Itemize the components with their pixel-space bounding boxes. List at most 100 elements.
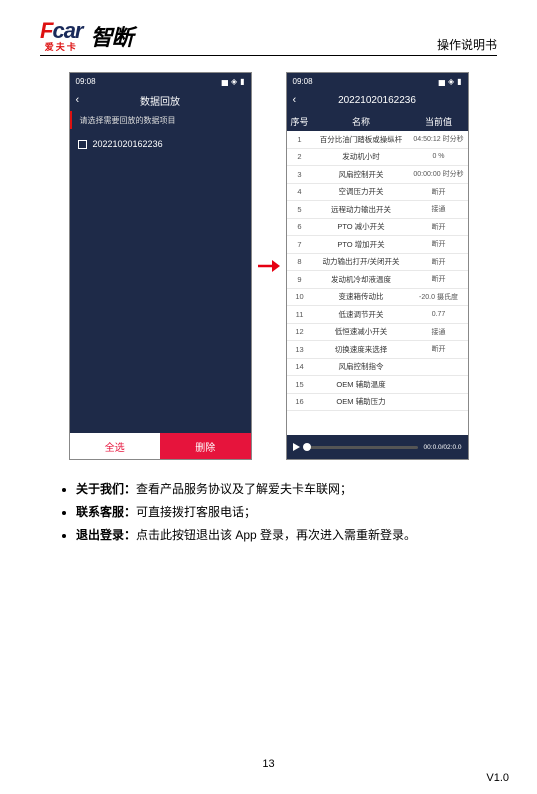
table-row: 6PTO 减小开关断开: [287, 219, 468, 237]
battery-icon: ▮: [240, 77, 244, 86]
doc-title: 操作说明书: [437, 36, 497, 53]
cell-name: 切换速度来选择: [313, 344, 410, 355]
bullet-label: 关于我们：: [76, 482, 136, 496]
bullet-label: 退出登录：: [76, 528, 136, 542]
col-header-index: 序号: [287, 115, 313, 128]
table-row: 5远程动力输出开关接通: [287, 201, 468, 219]
cell-name: PTO 减小开关: [313, 221, 410, 232]
table-row: 15OEM 辅助温度: [287, 376, 468, 394]
table-row: 2发动机小时0 %: [287, 149, 468, 167]
statusbar: 09:08 ▅◈▮: [287, 73, 468, 89]
page: Fcar 爱夫卡 智断 操作说明书 09:08 ▅◈▮ ‹ 数据回放 请选择需要…: [0, 0, 537, 794]
player-bar: 00:0.0/02:0.0: [287, 435, 468, 459]
cell-name: 风扇控制开关: [313, 169, 410, 180]
list-item[interactable]: 20221020162236: [78, 135, 243, 153]
status-time: 09:08: [293, 77, 313, 86]
logos: Fcar 爱夫卡 智断: [40, 18, 133, 53]
titlebar: ‹ 20221020162236: [287, 89, 468, 111]
cell-value: 接通: [410, 204, 468, 214]
list-item-label: 20221020162236: [93, 139, 163, 149]
cell-value: 0.77: [410, 311, 468, 318]
cell-index: 9: [287, 275, 313, 284]
titlebar: ‹ 数据回放: [70, 89, 251, 111]
cell-index: 16: [287, 397, 313, 406]
player-time: 00:0.0/02:0.0: [424, 444, 462, 451]
list-area: 20221020162236: [70, 129, 251, 433]
cell-value: 断开: [410, 222, 468, 232]
cell-index: 3: [287, 170, 313, 179]
cell-index: 8: [287, 257, 313, 266]
screen-title: 20221020162236: [338, 95, 416, 106]
wifi-icon: ◈: [231, 77, 237, 86]
bullet-item: 联系客服：可直接拨打客服电话；: [76, 501, 497, 524]
signal-icon: ▅: [439, 77, 445, 86]
cell-value: 04:50:12 时分秒: [410, 134, 468, 144]
cell-index: 11: [287, 310, 313, 319]
cell-name: 变速箱传动比: [313, 291, 410, 302]
page-header: Fcar 爱夫卡 智断 操作说明书: [40, 18, 497, 56]
cell-name: 低恒速减小开关: [313, 326, 410, 337]
version-label: V1.0: [486, 772, 509, 784]
cell-index: 2: [287, 152, 313, 161]
play-icon[interactable]: [293, 443, 300, 451]
table-row: 14风扇控制指令: [287, 359, 468, 377]
screenshots-row: 09:08 ▅◈▮ ‹ 数据回放 请选择需要回放的数据项目 2022102016…: [40, 72, 497, 460]
page-number: 13: [0, 758, 537, 770]
bullet-text: 查看产品服务协议及了解爱夫卡车联网；: [136, 482, 352, 496]
checkbox[interactable]: [78, 140, 87, 149]
select-all-button[interactable]: 全选: [70, 433, 161, 459]
bullet-item: 关于我们：查看产品服务协议及了解爱夫卡车联网；: [76, 478, 497, 501]
status-icons: ▅◈▮: [219, 77, 245, 86]
table-row: 4空调压力开关断开: [287, 184, 468, 202]
cell-name: 远程动力输出开关: [313, 204, 410, 215]
fcar-logo: Fcar 爱夫卡: [40, 18, 83, 53]
table-row: 16OEM 辅助压力: [287, 394, 468, 412]
cell-value: 00:00:00 时分秒: [410, 169, 468, 179]
cell-index: 10: [287, 292, 313, 301]
status-time: 09:08: [76, 77, 96, 86]
phone-right: 09:08 ▅◈▮ ‹ 20221020162236 序号 名称 当前值 1百分…: [286, 72, 469, 460]
statusbar: 09:08 ▅◈▮: [70, 73, 251, 89]
status-icons: ▅◈▮: [436, 77, 462, 86]
cell-name: 风扇控制指令: [313, 361, 410, 372]
signal-icon: ▅: [222, 77, 228, 86]
cell-value: 断开: [410, 257, 468, 267]
subtitle: 请选择需要回放的数据项目: [70, 111, 251, 129]
cell-name: 百分比油门踏板或操纵杆: [313, 134, 410, 145]
back-icon[interactable]: ‹: [76, 94, 80, 106]
table-row: 3风扇控制开关00:00:00 时分秒: [287, 166, 468, 184]
bullet-text: 点击此按钮退出该 App 登录，再次进入需重新登录。: [136, 528, 416, 542]
table-row: 12低恒速减小开关接通: [287, 324, 468, 342]
zhiduan-logo: 智断: [91, 20, 133, 52]
cell-value: 断开: [410, 239, 468, 249]
progress-track[interactable]: [306, 446, 418, 449]
bottom-bar: 全选 删除: [70, 433, 251, 459]
phone-left: 09:08 ▅◈▮ ‹ 数据回放 请选择需要回放的数据项目 2022102016…: [69, 72, 252, 460]
col-header-name: 名称: [313, 115, 410, 128]
bullet-list: 关于我们：查看产品服务协议及了解爱夫卡车联网； 联系客服：可直接拨打客服电话； …: [40, 478, 497, 546]
cell-index: 1: [287, 135, 313, 144]
cell-value: 断开: [410, 187, 468, 197]
cell-index: 15: [287, 380, 313, 389]
cell-name: OEM 辅助温度: [313, 379, 410, 390]
cell-name: 动力输出打开/关闭开关: [313, 256, 410, 267]
back-icon[interactable]: ‹: [293, 94, 297, 106]
bullet-label: 联系客服：: [76, 505, 136, 519]
cell-index: 14: [287, 362, 313, 371]
bullet-item: 退出登录：点击此按钮退出该 App 登录，再次进入需重新登录。: [76, 524, 497, 547]
battery-icon: ▮: [457, 77, 461, 86]
table-row: 9发动机冷却液温度断开: [287, 271, 468, 289]
cell-name: 发动机小时: [313, 151, 410, 162]
cell-name: OEM 辅助压力: [313, 396, 410, 407]
bullet-text: 可直接拨打客服电话；: [136, 505, 256, 519]
cell-index: 13: [287, 345, 313, 354]
delete-button[interactable]: 删除: [160, 433, 251, 459]
table-row: 10变速箱传动比-20.0 摄氏度: [287, 289, 468, 307]
zhiduan-logo-text: 智断: [91, 25, 133, 50]
cell-value: -20.0 摄氏度: [410, 292, 468, 302]
cell-value: 断开: [410, 344, 468, 354]
table-row: 8动力输出打开/关闭开关断开: [287, 254, 468, 272]
cell-name: 发动机冷却液温度: [313, 274, 410, 285]
cell-name: 低速调节开关: [313, 309, 410, 320]
col-header-value: 当前值: [410, 115, 468, 128]
